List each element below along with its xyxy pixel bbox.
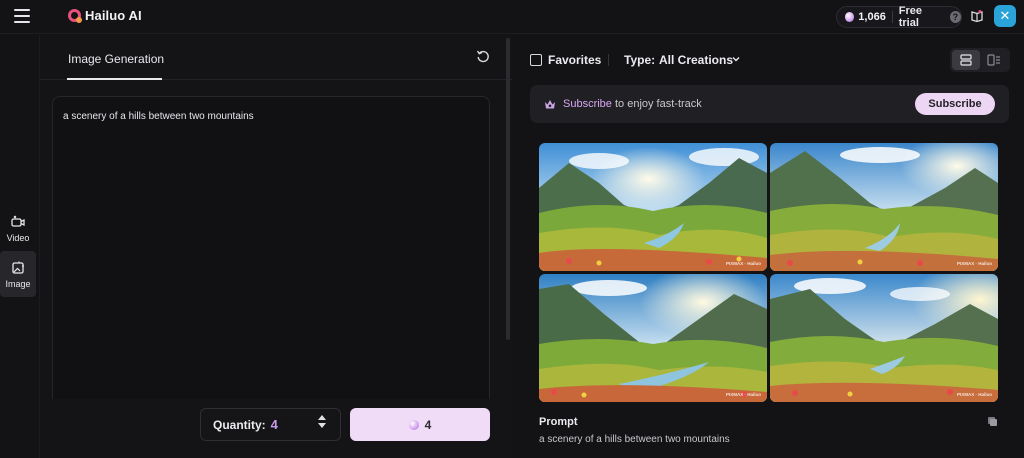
chevron-down-icon[interactable]: [318, 423, 326, 428]
watermark: PIXMAX · Hailuo: [725, 392, 761, 397]
video-icon: [11, 215, 25, 227]
divider: [891, 11, 893, 23]
image-icon: [12, 261, 24, 274]
user-avatar[interactable]: ✕: [994, 5, 1016, 27]
generate-cost: 4: [424, 417, 432, 432]
favorites-checkbox[interactable]: [530, 54, 542, 66]
help-icon[interactable]: ?: [949, 11, 961, 23]
generate-button[interactable]: 4: [350, 408, 490, 441]
chevron-down-icon[interactable]: [732, 55, 740, 63]
prompt-textarea[interactable]: a scenery of a hills between two mountai…: [52, 96, 490, 436]
subscribe-message: Subscribe to enjoy fast-track: [563, 98, 702, 110]
list-view-icon: [960, 54, 972, 66]
nav-label: Video: [6, 232, 30, 243]
generated-image-2[interactable]: PIXMAX · Hailuo: [770, 143, 998, 271]
left-nav: Video Image: [0, 35, 40, 458]
quantity-label: Quantity:: [213, 417, 266, 432]
credits-pill[interactable]: 1,066 Free trial ?: [836, 5, 962, 29]
quantity-stepper[interactable]: Quantity: 4: [200, 408, 341, 441]
credit-count: 1,066: [858, 11, 886, 23]
favorites-label[interactable]: Favorites: [548, 53, 601, 67]
subscribe-banner: Subscribe to enjoy fast-track Subscribe: [530, 85, 1009, 123]
subscribe-text: to enjoy fast-track: [611, 98, 702, 110]
subscribe-button[interactable]: Subscribe: [915, 93, 995, 115]
landscape-image: [770, 274, 998, 402]
active-tab-indicator: [67, 78, 162, 80]
free-trial-label: Free trial: [898, 5, 922, 29]
hamburger-menu-icon[interactable]: [14, 9, 30, 23]
landscape-image: [770, 143, 998, 271]
nav-item-image[interactable]: Image: [0, 251, 36, 297]
generate-bar: Quantity: 4 4: [40, 399, 512, 458]
prompt-caption: a scenery of a hills between two mountai…: [539, 434, 730, 445]
landscape-image: [539, 143, 767, 271]
divider: [608, 54, 609, 66]
generated-image-3[interactable]: PIXMAX · Hailuo: [539, 274, 767, 402]
panel-header: Image Generation: [40, 35, 512, 80]
image-grid: PIXMAX · Hailuo PIXMAX · Hailuo PIXMAX ·…: [539, 143, 999, 403]
landscape-image: [539, 274, 767, 402]
nav-label: Image: [5, 278, 31, 289]
view-toggle: [950, 48, 1010, 72]
top-bar: Hailuo AI 1,066 Free trial ? ✕: [0, 0, 1024, 34]
type-label: Type:: [624, 53, 656, 67]
book-icon[interactable]: [970, 9, 984, 23]
stepper-arrows[interactable]: [318, 415, 326, 428]
watermark: PIXMAX · Hailuo: [725, 261, 761, 266]
app-logo[interactable]: Hailuo AI: [68, 8, 142, 23]
tab-image-generation[interactable]: Image Generation: [68, 52, 164, 66]
generated-image-4[interactable]: PIXMAX · Hailuo: [770, 274, 998, 402]
logo-mark-icon: [68, 9, 82, 23]
watermark: PIXMAX · Hailuo: [956, 261, 992, 266]
crown-icon: [545, 100, 555, 109]
reset-icon[interactable]: [476, 49, 490, 63]
nav-item-video[interactable]: Video: [0, 205, 36, 251]
gallery-panel: Favorites Type: All Creations Subscribe …: [518, 35, 1024, 458]
detail-view-icon: [987, 54, 1000, 66]
detail-view-button[interactable]: [980, 50, 1008, 70]
scrollbar[interactable]: [506, 38, 510, 340]
prompt-heading: Prompt: [539, 416, 578, 428]
chevron-up-icon[interactable]: [318, 415, 326, 420]
type-dropdown[interactable]: All Creations: [659, 53, 733, 67]
generated-image-1[interactable]: PIXMAX · Hailuo: [539, 143, 767, 271]
quantity-value: 4: [270, 417, 278, 432]
watermark: PIXMAX · Hailuo: [956, 392, 992, 397]
prompt-text: a scenery of a hills between two mountai…: [63, 111, 254, 122]
list-view-button[interactable]: [952, 50, 980, 70]
subscribe-link[interactable]: Subscribe: [563, 98, 612, 110]
generation-panel: Image Generation a scenery of a hills be…: [40, 35, 512, 458]
gem-icon: [408, 419, 419, 430]
app-name: Hailuo AI: [85, 8, 142, 23]
copy-icon[interactable]: [987, 416, 998, 427]
gem-icon: [845, 12, 855, 22]
